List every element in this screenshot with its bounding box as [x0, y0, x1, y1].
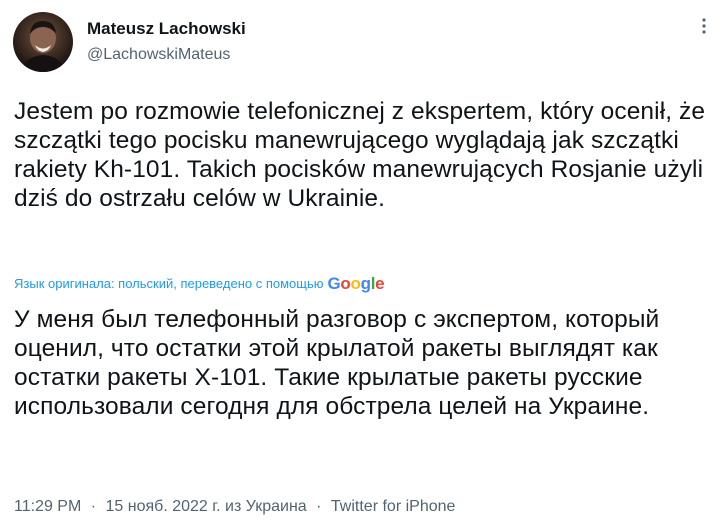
tweet-original-text: Jestem po rozmowie telefonicznej z ekspe… — [14, 98, 706, 212]
tweet: Mateusz Lachowski @LachowskiMateus Jeste… — [0, 0, 728, 528]
avatar[interactable] — [13, 12, 73, 72]
avatar-portrait-icon — [21, 21, 65, 72]
tweet-meta: 11:29 PM · 15 нояб. 2022 г. из Украина ·… — [14, 497, 455, 517]
display-name[interactable]: Mateusz Lachowski — [87, 18, 246, 40]
translation-note-label: Язык оригинала: польский, переведено с п… — [14, 276, 324, 291]
more-options-button[interactable] — [694, 16, 714, 46]
more-horizontal-icon — [702, 18, 706, 34]
tweet-time-link[interactable]: 11:29 PM — [14, 498, 81, 515]
google-logo: Google — [327, 274, 385, 293]
translation-note[interactable]: Язык оригинала: польский, переведено с п… — [14, 274, 385, 294]
meta-separator: · — [90, 498, 97, 515]
meta-separator: · — [316, 498, 322, 515]
tweet-translated-text: У меня был телефонный разговор с эксперт… — [14, 306, 660, 420]
tweet-date-link[interactable]: 15 нояб. 2022 г. из Украина — [106, 498, 307, 515]
tweet-source-link[interactable]: Twitter for iPhone — [331, 498, 456, 515]
user-handle[interactable]: @LachowskiMateus — [87, 44, 246, 66]
tweet-header: Mateusz Lachowski @LachowskiMateus — [13, 12, 246, 72]
author-names: Mateusz Lachowski @LachowskiMateus — [87, 18, 246, 66]
